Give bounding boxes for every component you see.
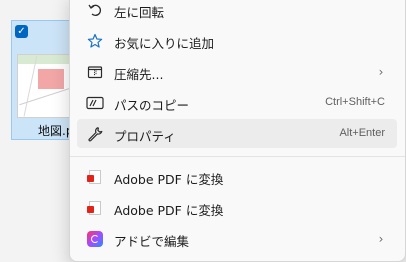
adobe-pdf-icon (86, 168, 104, 186)
shortcut-text: Ctrl+Shift+C (325, 96, 385, 108)
rotate-left-icon (86, 1, 104, 19)
menu-item-rotate-left[interactable]: 左に回転 (77, 0, 397, 24)
creative-cloud-icon (86, 230, 104, 248)
menu-item-label: パスのコピー (114, 98, 190, 113)
star-icon (86, 32, 104, 50)
menu-item-add-favorite[interactable]: お気に入りに追加 (77, 26, 397, 55)
menu-item-label: Adobe PDF に変換 (114, 172, 224, 187)
menu-item-compress-to[interactable]: 圧縮先... › (77, 57, 397, 86)
menu-item-edit-with-adobe[interactable]: アドビで編集 › (77, 224, 397, 253)
shortcut-text: Alt+Enter (339, 127, 385, 139)
menu-item-properties[interactable]: プロパティ Alt+Enter (77, 119, 397, 148)
menu-item-label: アドビで編集 (114, 234, 190, 249)
menu-item-label: Adobe PDF に変換 (114, 203, 224, 218)
menu-item-label: お気に入りに追加 (114, 36, 215, 51)
menu-item-copy-path[interactable]: パスのコピー Ctrl+Shift+C (77, 88, 397, 117)
adobe-pdf-icon (86, 199, 104, 217)
chevron-right-icon: › (378, 232, 384, 246)
chevron-right-icon: › (378, 65, 384, 79)
zip-folder-icon (86, 63, 104, 81)
menu-item-label: 圧縮先... (114, 67, 164, 82)
menu-item-convert-adobe-pdf-2[interactable]: Adobe PDF に変換 (77, 193, 397, 222)
selection-checkbox[interactable]: ✓ (15, 25, 28, 38)
context-menu: 左に回転 お気に入りに追加 圧縮先... › パスのコピー Ctrl+Shift… (69, 0, 406, 262)
menu-item-convert-adobe-pdf[interactable]: Adobe PDF に変換 (77, 162, 397, 191)
file-tile-map[interactable]: ✓ 地図.p (11, 20, 79, 140)
copy-path-icon (86, 94, 104, 112)
menu-item-label: プロパティ (114, 129, 176, 144)
menu-separator (70, 156, 405, 157)
wrench-icon (86, 125, 104, 143)
menu-item-label: 左に回転 (114, 5, 165, 20)
